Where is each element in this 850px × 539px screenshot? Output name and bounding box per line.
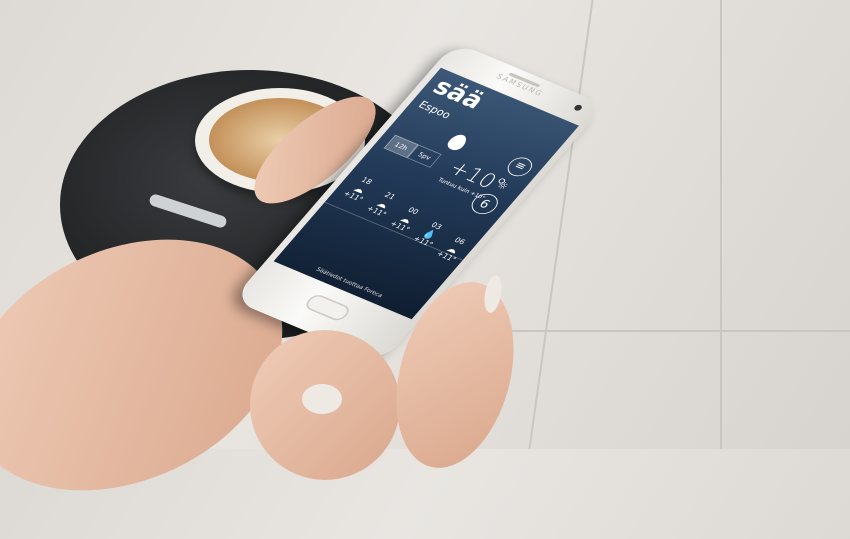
thumb-nail: [302, 384, 342, 414]
forecast-tabs: 12h 5pv: [383, 134, 442, 168]
floor-tile-line: [720, 0, 722, 449]
floor-tile-line: [480, 330, 850, 332]
home-button[interactable]: [302, 292, 353, 323]
floor-tile-line: [528, 0, 594, 449]
data-credit[interactable]: Säätiedot tuottaa Foreca: [278, 251, 420, 314]
menu-icon[interactable]: ≡: [502, 154, 537, 180]
rain-drop-icon: [444, 132, 471, 153]
